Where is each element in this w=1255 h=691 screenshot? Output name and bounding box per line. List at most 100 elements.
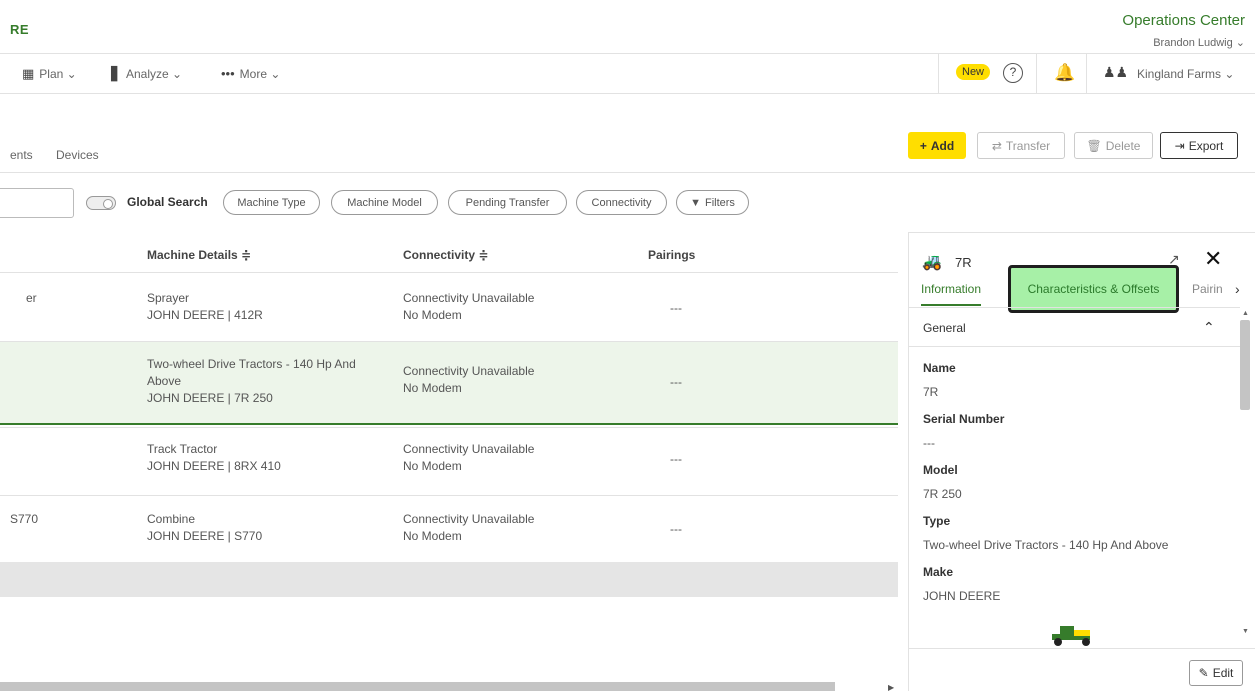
column-header-connectivity[interactable]: Connectivity ≑ bbox=[403, 248, 488, 262]
trash-icon: 🗑 bbox=[1086, 138, 1102, 153]
table-row-selected[interactable]: Two-wheel Drive Tractors - 140 Hp And Ab… bbox=[0, 341, 898, 425]
machines-table: Machine Details ≑ Connectivity ≑ Pairing… bbox=[0, 232, 900, 691]
nav-analyze-label: Analyze ⌄ bbox=[126, 67, 183, 81]
machine-type: Sprayer bbox=[147, 291, 190, 305]
add-button[interactable]: + Add bbox=[908, 132, 966, 159]
more-icon: ••• bbox=[221, 66, 235, 81]
pairings-value: --- bbox=[670, 452, 682, 466]
modem-status: No Modem bbox=[403, 459, 462, 473]
transfer-button[interactable]: ⇄ Transfer bbox=[977, 132, 1065, 159]
pairings-value: --- bbox=[670, 522, 682, 536]
edit-button-label: Edit bbox=[1212, 666, 1234, 680]
edit-button[interactable]: ✎ Edit bbox=[1189, 660, 1243, 686]
tractor-image bbox=[1052, 626, 1090, 646]
scroll-up-arrow-icon[interactable]: ▲ bbox=[1242, 310, 1249, 317]
connectivity-status: Connectivity Unavailable bbox=[403, 364, 535, 378]
field-label-type: Type bbox=[923, 514, 951, 528]
table-row[interactable]: Track Tractor JOHN DEERE | 8RX 410 Conne… bbox=[0, 427, 898, 495]
delete-button[interactable]: 🗑 Delete bbox=[1074, 132, 1153, 159]
general-section-header[interactable]: General ⌃ bbox=[908, 307, 1240, 347]
brand-logo-text[interactable]: RE bbox=[10, 22, 29, 37]
help-icon[interactable]: ? bbox=[1003, 63, 1023, 83]
tab-devices[interactable]: Devices bbox=[56, 148, 99, 162]
filter-chip-pending-transfer[interactable]: Pending Transfer bbox=[448, 190, 567, 215]
tab-equipments[interactable]: ents bbox=[10, 148, 33, 162]
modem-status: No Modem bbox=[403, 308, 462, 322]
connectivity-status: Connectivity Unavailable bbox=[403, 442, 535, 456]
nav-analyze[interactable]: ▋ Analyze ⌄ bbox=[111, 66, 182, 82]
panel-vertical-scrollbar[interactable] bbox=[1240, 320, 1250, 410]
field-label-model: Model bbox=[923, 463, 958, 477]
chevron-right-icon[interactable]: › bbox=[1235, 281, 1240, 297]
general-section-label: General bbox=[923, 321, 966, 335]
field-label-serial-number: Serial Number bbox=[923, 412, 1005, 426]
tab-information[interactable]: Information bbox=[921, 282, 982, 306]
nav-plan[interactable]: ▦ Plan ⌄ bbox=[22, 66, 77, 82]
transfer-icon: ⇄ bbox=[991, 138, 1002, 153]
machine-type: Track Tractor bbox=[147, 442, 218, 456]
chevron-up-icon[interactable]: ⌃ bbox=[1203, 319, 1215, 336]
nav-plan-label: Plan ⌄ bbox=[39, 67, 77, 81]
pairings-value: --- bbox=[670, 375, 682, 389]
nav-more-label: More ⌄ bbox=[239, 66, 281, 81]
bell-icon[interactable]: 🔔 bbox=[1054, 63, 1075, 83]
table-row[interactable]: S770 Combine JOHN DEERE | S770 Connectiv… bbox=[0, 495, 898, 561]
filter-chip-machine-model[interactable]: Machine Model bbox=[331, 190, 438, 215]
organization-selector[interactable]: Kingland Farms ⌄ bbox=[1137, 67, 1234, 81]
plus-icon: + bbox=[919, 138, 927, 153]
modem-status: No Modem bbox=[403, 529, 462, 543]
field-value-name: 7R bbox=[923, 385, 939, 399]
add-button-label: Add bbox=[930, 138, 955, 153]
analyze-icon: ▋ bbox=[111, 66, 121, 81]
divider bbox=[0, 172, 1255, 173]
connectivity-status: Connectivity Unavailable bbox=[403, 512, 535, 526]
main-nav: ▦ Plan ⌄ ▋ Analyze ⌄ ••• More ⌄ New ? 🔔 … bbox=[0, 54, 1255, 94]
organization-icon[interactable]: ♟♟ bbox=[1103, 64, 1128, 81]
machine-type: Combine bbox=[147, 512, 196, 526]
tab-characteristics-offsets[interactable]: Characteristics & Offsets bbox=[1008, 265, 1179, 313]
top-header: RE Operations Center Brandon Ludwig ⌄ bbox=[0, 0, 1255, 54]
filters-button[interactable]: ▼ Filters bbox=[676, 190, 749, 215]
global-search-label: Global Search bbox=[127, 195, 208, 209]
nav-divider bbox=[1036, 54, 1037, 94]
nav-divider bbox=[1086, 54, 1087, 94]
scroll-right-arrow-icon[interactable]: ▶ bbox=[888, 683, 894, 691]
close-icon[interactable]: ✕ bbox=[1204, 246, 1222, 272]
panel-footer-divider bbox=[908, 648, 1255, 649]
app-title[interactable]: Operations Center bbox=[1122, 12, 1245, 29]
delete-button-label: Delete bbox=[1105, 138, 1141, 153]
machine-model: JOHN DEERE | 412R bbox=[147, 308, 263, 322]
column-header-machine-details[interactable]: Machine Details ≑ bbox=[147, 248, 251, 262]
scroll-down-arrow-icon[interactable]: ▼ bbox=[1242, 628, 1249, 635]
table-row[interactable]: er Sprayer JOHN DEERE | 412R Connectivit… bbox=[0, 272, 898, 340]
global-search-toggle[interactable] bbox=[86, 196, 116, 210]
new-badge[interactable]: New bbox=[956, 64, 991, 80]
machine-name: er bbox=[26, 291, 37, 305]
panel-title: 7R bbox=[955, 255, 972, 270]
tractor-icon: 🚜 bbox=[922, 254, 942, 271]
export-button[interactable]: ⇥ Export bbox=[1160, 132, 1238, 159]
table-empty-row bbox=[0, 562, 898, 597]
tab-pairings[interactable]: Pairin bbox=[1192, 282, 1223, 296]
user-menu[interactable]: Brandon Ludwig ⌄ bbox=[1153, 36, 1245, 49]
export-icon: ⇥ bbox=[1174, 138, 1185, 153]
filters-button-label: Filters bbox=[704, 196, 735, 209]
pairings-value: --- bbox=[670, 301, 682, 315]
horizontal-scrollbar[interactable] bbox=[0, 682, 835, 691]
filter-chip-connectivity[interactable]: Connectivity bbox=[576, 190, 667, 215]
field-value-make: JOHN DEERE bbox=[923, 589, 1001, 603]
machine-model: JOHN DEERE | 7R 250 bbox=[147, 391, 273, 405]
modem-status: No Modem bbox=[403, 381, 462, 395]
export-button-label: Export bbox=[1188, 138, 1224, 153]
field-label-name: Name bbox=[923, 361, 956, 375]
filter-chip-machine-type[interactable]: Machine Type bbox=[223, 190, 320, 215]
field-value-model: 7R 250 bbox=[923, 487, 962, 501]
connectivity-status: Connectivity Unavailable bbox=[403, 291, 535, 305]
nav-more[interactable]: ••• More ⌄ bbox=[221, 66, 280, 81]
plan-icon: ▦ bbox=[22, 66, 35, 81]
nav-divider bbox=[938, 54, 939, 94]
machine-type: Two-wheel Drive Tractors - 140 Hp And Ab… bbox=[147, 357, 356, 388]
search-input[interactable] bbox=[0, 188, 74, 218]
field-value-serial-number: --- bbox=[923, 436, 935, 450]
machine-model: JOHN DEERE | 8RX 410 bbox=[147, 459, 281, 473]
